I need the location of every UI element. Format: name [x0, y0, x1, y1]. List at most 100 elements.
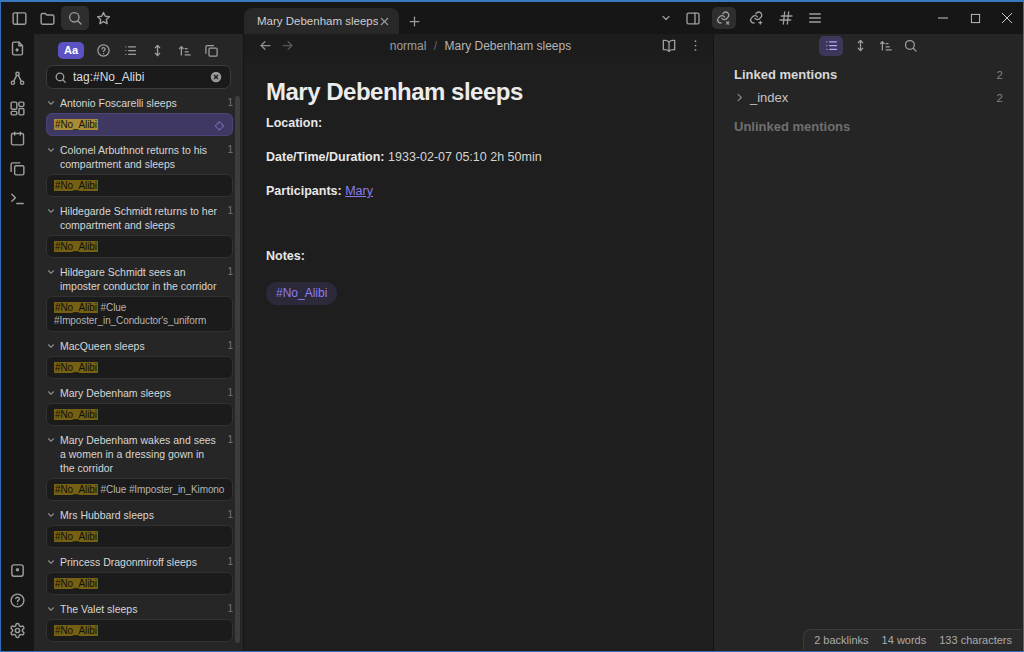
- sort-order-icon[interactable]: [176, 42, 192, 58]
- search-result-match[interactable]: #No_Alibi◇: [46, 113, 233, 136]
- tab-mary-debenham-sleeps[interactable]: Mary Debenham sleeps: [244, 8, 399, 34]
- bookmarks-icon[interactable]: [89, 6, 117, 30]
- participant-link[interactable]: Mary: [345, 184, 373, 198]
- maximize-button[interactable]: [959, 2, 991, 34]
- collapse-diamond-icon[interactable]: ◇: [215, 118, 224, 131]
- match-case-button[interactable]: Aa: [58, 42, 84, 59]
- search-result-group: Mrs Hubbard sleeps1 #No_Alibi: [46, 507, 233, 548]
- tab-title: Mary Debenham sleeps: [257, 15, 378, 27]
- breadcrumb-folder[interactable]: normal: [390, 39, 427, 53]
- forward-icon[interactable]: [278, 38, 296, 54]
- search-toolbar: Aa: [34, 38, 243, 62]
- search-result-title[interactable]: Mrs Hubbard sleeps1: [46, 507, 233, 523]
- datetime-value: 1933-02-07 05:10 2h 50min: [385, 150, 542, 164]
- search-help-icon[interactable]: [95, 42, 111, 58]
- canvas-icon[interactable]: [9, 100, 26, 117]
- help-icon[interactable]: [9, 592, 26, 609]
- character-count[interactable]: 133 characters: [939, 634, 1012, 646]
- new-tab-button[interactable]: [399, 8, 429, 34]
- search-input[interactable]: tag:#No_Alibi: [46, 65, 231, 89]
- chevron-down-icon[interactable]: [660, 10, 672, 26]
- match-highlight: #No_Alibi: [54, 409, 98, 420]
- backlink-item-count: 2: [997, 92, 1003, 104]
- backlinks-sort-icon[interactable]: [877, 38, 893, 54]
- explain-search-icon[interactable]: [122, 42, 138, 58]
- search-results: Antonio Foscarelli sleeps1#No_Alibi◇Colo…: [34, 93, 243, 651]
- sidebar-scrollbar[interactable]: [235, 96, 240, 643]
- copy-results-icon[interactable]: [203, 42, 219, 58]
- participants-label: Participants:: [266, 184, 342, 198]
- search-result-match[interactable]: #No_Alibi: [46, 525, 233, 548]
- word-count[interactable]: 14 words: [882, 634, 927, 646]
- folder-icon[interactable]: [33, 6, 61, 30]
- tab-close-icon[interactable]: [378, 15, 391, 28]
- clear-search-icon[interactable]: [209, 70, 223, 84]
- breadcrumb-separator: /: [434, 39, 437, 53]
- search-result-title[interactable]: Colonel Arbuthnot returns to his compart…: [46, 142, 233, 172]
- result-note-title: Mary Debenham sleeps: [60, 386, 221, 400]
- close-button[interactable]: [991, 2, 1023, 34]
- result-match-count: 1: [225, 603, 233, 614]
- search-result-title[interactable]: Hildegarde Schmidt returns to her compar…: [46, 203, 233, 233]
- search-result-group: Mary Debenham sleeps1 #No_Alibi: [46, 385, 233, 426]
- backlink-item-label: _index: [750, 90, 788, 105]
- search-result-match[interactable]: #No_Alibi #Clue #Imposter_in_Kimono: [46, 478, 233, 501]
- search-result-title[interactable]: Princess Dragonmiroff sleeps1: [46, 554, 233, 570]
- minimize-button[interactable]: [927, 2, 959, 34]
- settings-gear-icon[interactable]: [9, 622, 26, 639]
- chevron-down-icon: [46, 604, 56, 614]
- incoming-links-icon[interactable]: [712, 7, 736, 29]
- search-result-title[interactable]: Antonio Foscarelli sleeps 1: [46, 95, 233, 111]
- outgoing-links-icon[interactable]: [749, 10, 765, 26]
- back-icon[interactable]: [256, 38, 274, 54]
- editor-pane: normal / Mary Debenham sleeps Mary Deben…: [244, 34, 713, 651]
- backlink-list-icon[interactable]: [819, 36, 843, 56]
- collapse-backlinks-icon[interactable]: [852, 38, 868, 54]
- view-header: normal / Mary Debenham sleeps: [244, 34, 713, 57]
- result-match-count: 1: [225, 556, 233, 567]
- search-result-group: The Valet sleeps1 #No_Alibi: [46, 601, 233, 642]
- search-result-match[interactable]: #No_Alibi: [46, 356, 233, 379]
- graph-view-icon[interactable]: [9, 70, 26, 87]
- search-result-match[interactable]: #No_Alibi: [46, 619, 233, 642]
- backlink-count[interactable]: 2 backlinks: [814, 634, 868, 646]
- result-note-title: Antonio Foscarelli sleeps: [60, 96, 221, 110]
- breadcrumb-file[interactable]: Mary Debenham sleeps: [444, 39, 571, 53]
- search-result-title[interactable]: MacQueen sleeps1: [46, 338, 233, 354]
- quick-switcher-icon[interactable]: [9, 40, 26, 57]
- note-tag[interactable]: #No_Alibi: [266, 282, 337, 305]
- collapse-results-icon[interactable]: [149, 42, 165, 58]
- terminal-icon[interactable]: [9, 190, 26, 207]
- reading-view-icon[interactable]: [661, 38, 677, 54]
- unlinked-mentions-label: Unlinked mentions: [734, 119, 850, 134]
- result-match-count: 1: [225, 97, 233, 108]
- templates-icon[interactable]: [9, 160, 26, 177]
- search-result-title[interactable]: Hildegare Schmidt sees an imposter condu…: [46, 264, 233, 294]
- search-result-title[interactable]: Mary Debenham sleeps1: [46, 385, 233, 401]
- search-result-title[interactable]: Mary Debenham wakes and sees a women in …: [46, 432, 233, 476]
- tags-icon[interactable]: [778, 10, 794, 26]
- search-panel: Aa: [34, 34, 244, 651]
- search-result-match[interactable]: #No_Alibi: [46, 235, 233, 258]
- search-icon[interactable]: [61, 6, 89, 30]
- chevron-down-icon: [46, 206, 56, 216]
- match-highlight: #No_Alibi: [54, 578, 98, 589]
- app-window: Mary Debenham sleeps: [0, 0, 1024, 652]
- chevron-down-icon: [46, 341, 56, 351]
- unlinked-mentions-header[interactable]: Unlinked mentions: [734, 119, 1003, 134]
- vault-switcher-icon[interactable]: [9, 562, 26, 579]
- linked-mentions-header[interactable]: Linked mentions 2: [734, 67, 1003, 82]
- backlink-item-index[interactable]: _index 2: [734, 90, 1003, 105]
- chevron-right-icon: [734, 92, 745, 103]
- more-options-icon[interactable]: [687, 38, 703, 54]
- search-result-match[interactable]: #No_Alibi: [46, 174, 233, 197]
- search-result-match[interactable]: #No_Alibi #Clue #Imposter_in_Conductor's…: [46, 296, 233, 332]
- daily-note-calendar-icon[interactable]: [9, 130, 26, 147]
- toggle-left-sidebar-icon[interactable]: [5, 6, 33, 30]
- backlinks-search-icon[interactable]: [902, 38, 918, 54]
- outline-list-icon[interactable]: [807, 10, 823, 26]
- toggle-right-sidebar-icon[interactable]: [685, 10, 701, 26]
- search-result-match[interactable]: #No_Alibi: [46, 572, 233, 595]
- search-result-match[interactable]: #No_Alibi: [46, 403, 233, 426]
- search-result-title[interactable]: The Valet sleeps1: [46, 601, 233, 617]
